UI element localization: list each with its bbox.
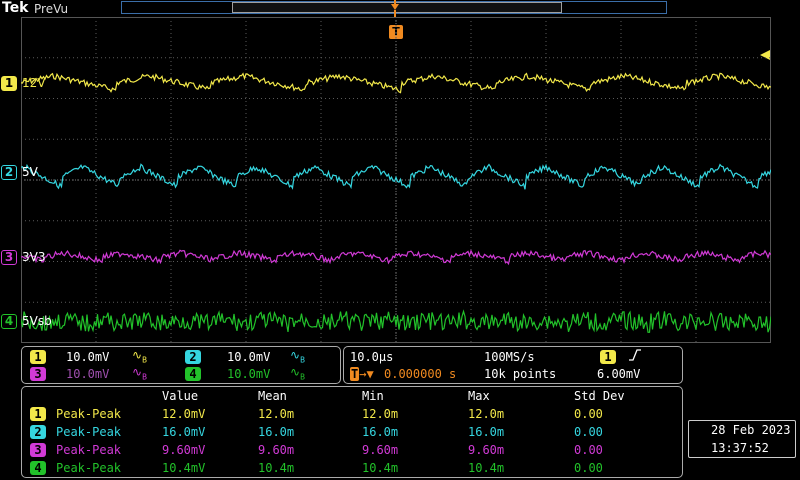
trigger-delay[interactable]: 0.000000 s — [384, 367, 456, 381]
meas-row3-badge: 3 — [30, 443, 46, 457]
header-bar: Tek PreVu — [0, 0, 800, 18]
ch2-badge: 2 — [185, 350, 201, 364]
datetime-panel: 28 Feb 2023 13:37:52 — [688, 420, 796, 458]
time: 13:37:52 — [711, 441, 769, 455]
ch4-bandwidth-icon: ∿B — [290, 365, 305, 382]
measurement-panel[interactable]: Value Mean Min Max Std Dev 1 Peak-Peak 1… — [21, 386, 683, 478]
timebase[interactable]: 10.0µs — [350, 350, 393, 364]
meas-row2-max: 16.0m — [468, 425, 505, 439]
waveform-display[interactable] — [20, 17, 772, 343]
ch2-bandwidth-icon: ∿B — [290, 348, 305, 365]
meas-row1-max: 12.0m — [468, 407, 505, 421]
brand-logo: Tek — [2, 0, 29, 16]
acquisition-mode: PreVu — [34, 2, 69, 16]
ch4-marker[interactable]: 4 — [1, 314, 17, 329]
meas-row4-value: 10.4mV — [162, 461, 206, 475]
meas-row4-max: 10.4m — [468, 461, 505, 475]
meas-row1-badge: 1 — [30, 407, 46, 421]
meas-row3-min: 9.60m — [362, 443, 399, 457]
header-value: Value — [162, 389, 199, 403]
horizontal-trigger-panel[interactable]: 10.0µs 100MS/s 1 T→▼ 0.000000 s 10k poin… — [343, 346, 683, 384]
graticule — [20, 17, 772, 343]
ch2-marker[interactable]: 2 — [1, 165, 17, 180]
ch1-bandwidth-icon: ∿B — [132, 348, 147, 365]
ch4-scale[interactable]: 10.0mV — [227, 367, 270, 381]
header-mean: Mean — [258, 389, 287, 403]
meas-row2-std: 0.00 — [574, 425, 603, 439]
ch2-scale[interactable]: 10.0mV — [227, 350, 270, 364]
ch3-label: 3V3 — [22, 250, 46, 264]
meas-row3-mean: 9.60m — [258, 443, 295, 457]
meas-row1-std: 0.00 — [574, 407, 603, 421]
ch1-scale[interactable]: 10.0mV — [66, 350, 109, 364]
ch3-bandwidth-icon: ∿B — [132, 365, 147, 382]
meas-row3-std: 0.00 — [574, 443, 603, 457]
meas-row2-value: 16.0mV — [162, 425, 206, 439]
sample-rate: 100MS/s — [484, 350, 535, 364]
ch2-label: 5V — [22, 165, 38, 179]
meas-row1-mean: 12.0m — [258, 407, 295, 421]
ch1-marker[interactable]: 1 — [1, 76, 17, 91]
meas-row2-mean: 16.0m — [258, 425, 295, 439]
rising-edge-icon — [629, 348, 641, 365]
meas-row2-min: 16.0m — [362, 425, 399, 439]
meas-row2-badge: 2 — [30, 425, 46, 439]
meas-row3-max: 9.60m — [468, 443, 505, 457]
ch4-label: 5Vsb — [22, 314, 52, 328]
ch1-label: 12V — [22, 76, 46, 90]
meas-row4-std: 0.00 — [574, 461, 603, 475]
header-std-dev: Std Dev — [574, 389, 625, 403]
ch1-badge: 1 — [30, 350, 46, 364]
meas-row3-type[interactable]: Peak-Peak — [56, 443, 121, 457]
ch3-badge: 3 — [30, 367, 46, 381]
meas-row4-min: 10.4m — [362, 461, 399, 475]
meas-row1-value: 12.0mV — [162, 407, 206, 421]
trigger-delay-icon: T→▼ — [350, 367, 374, 381]
channel-scale-panel[interactable]: 1 10.0mV ∿B 2 10.0mV ∿B 3 10.0mV ∿B 4 10… — [21, 346, 341, 384]
meas-row2-type[interactable]: Peak-Peak — [56, 425, 121, 439]
date: 28 Feb 2023 — [711, 423, 791, 437]
meas-row4-badge: 4 — [30, 461, 46, 475]
meas-row1-type[interactable]: Peak-Peak — [56, 407, 121, 421]
meas-row4-type[interactable]: Peak-Peak — [56, 461, 121, 475]
trigger-source-badge: 1 — [600, 350, 616, 364]
record-length: 10k points — [484, 367, 557, 381]
header-min: Min — [362, 389, 384, 403]
trigger-level[interactable]: 6.00mV — [597, 367, 640, 381]
ch3-marker[interactable]: 3 — [1, 250, 17, 265]
meas-row4-mean: 10.4m — [258, 461, 295, 475]
trigger-position-icon[interactable] — [391, 0, 399, 18]
header-max: Max — [468, 389, 490, 403]
ch3-scale[interactable]: 10.0mV — [66, 367, 109, 381]
ch4-badge: 4 — [185, 367, 201, 381]
meas-row1-min: 12.0m — [362, 407, 399, 421]
meas-row3-value: 9.60mV — [162, 443, 206, 457]
